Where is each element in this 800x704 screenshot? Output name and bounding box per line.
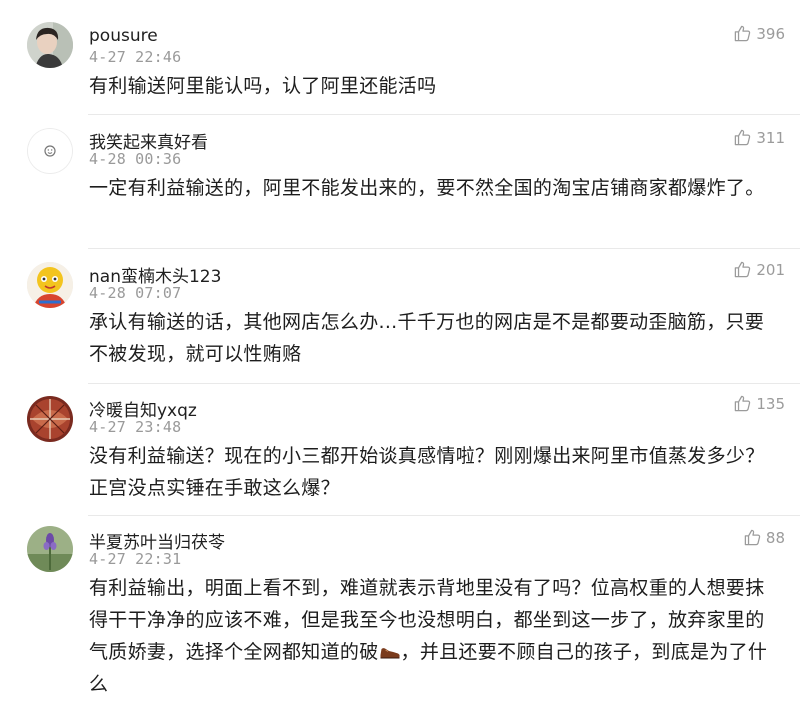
timestamp: 4-27 22:31 xyxy=(89,550,182,568)
shoe-emoji-icon xyxy=(380,648,400,659)
divider xyxy=(88,114,800,115)
thumbs-up-icon xyxy=(744,529,761,546)
comment-text: 承认有输送的话，其他网店怎么办...千千万也的网店是不是都要动歪脑筋，只要不被发… xyxy=(89,311,765,365)
avatar[interactable] xyxy=(27,128,73,174)
avatar[interactable] xyxy=(27,262,73,308)
comment-text: 没有利益输送？现在的小三都开始谈真感情啦？刚刚爆出来阿里市值蒸发多少？正宫没点实… xyxy=(89,445,765,499)
cartoon-avatar-icon xyxy=(27,262,73,308)
timestamp: 4-28 07:07 xyxy=(89,284,182,302)
pattern-avatar-icon xyxy=(27,396,73,442)
divider xyxy=(88,515,800,516)
like-count: 88 xyxy=(765,528,785,547)
comment-text: 有利输送阿里能认吗，认了阿里还能活吗 xyxy=(89,75,437,97)
thumbs-up-icon xyxy=(735,25,751,42)
thumbs-up-icon xyxy=(735,395,751,412)
avatar[interactable] xyxy=(27,396,73,442)
like-button[interactable]: 135 xyxy=(733,394,785,413)
like-button[interactable]: 201 xyxy=(733,260,785,279)
avatar[interactable] xyxy=(27,526,73,572)
timestamp: 4-27 22:46 xyxy=(89,48,182,66)
like-count: 201 xyxy=(756,260,785,279)
thumbs-up-icon xyxy=(735,129,751,146)
avatar-photo-icon xyxy=(27,22,73,68)
timestamp: 4-27 23:48 xyxy=(89,418,182,436)
like-count: 311 xyxy=(756,128,785,147)
like-button[interactable]: 396 xyxy=(733,24,785,43)
like-count: 396 xyxy=(756,24,785,43)
divider xyxy=(88,248,800,249)
comment-text: 有利益输出，明面上看不到，难道就表示背地里没有了吗？位高权重的人想要抹得干干净净… xyxy=(89,572,780,700)
flower-avatar-icon xyxy=(27,526,73,572)
like-count: 135 xyxy=(756,394,785,413)
thumbs-up-icon xyxy=(735,261,751,278)
like-button[interactable]: 88 xyxy=(743,528,785,547)
default-avatar-icon xyxy=(28,129,72,173)
timestamp: 4-28 00:36 xyxy=(89,150,182,168)
comment-text: 一定有利益输送的，阿里不能发出来的，要不然全国的淘宝店铺商家都爆炸了。 xyxy=(89,177,765,199)
comment-feed: pousure 4-27 22:46 396 有利输送阿里能认吗，认了阿里还能活… xyxy=(0,0,800,704)
divider xyxy=(88,383,800,384)
username[interactable]: pousure xyxy=(89,26,158,46)
avatar[interactable] xyxy=(27,22,73,68)
like-button[interactable]: 311 xyxy=(733,128,785,147)
